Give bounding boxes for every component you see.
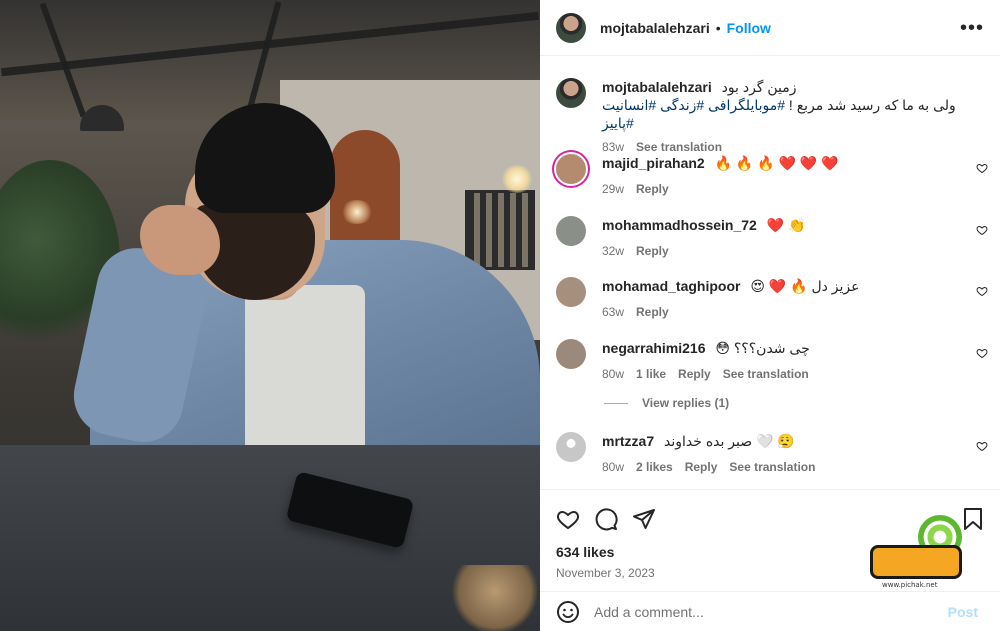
comment-meta: 32w Reply <box>602 244 958 258</box>
photo-figurine <box>450 565 540 631</box>
commenter-avatar[interactable] <box>556 277 586 307</box>
heart-icon[interactable] <box>556 507 580 531</box>
post-header: mojtabalalehzari • Follow ••• <box>540 0 1000 56</box>
comment-text: صبر بده خداوند 🤍 😮‍💨 <box>664 433 795 449</box>
reply-button[interactable]: Reply <box>636 182 669 196</box>
watermark-badge <box>870 545 962 579</box>
comment-meta: 29w Reply <box>602 182 958 196</box>
person-hand <box>140 205 220 275</box>
heart-icon[interactable] <box>976 162 988 174</box>
watermark-logo: www.pichak.net <box>870 515 970 595</box>
author-username[interactable]: mojtabalalehzari <box>600 20 710 36</box>
reply-button[interactable]: Reply <box>636 305 669 319</box>
comment-likes[interactable]: 2 likes <box>636 460 673 474</box>
comment-username[interactable]: mohamad_taghipoor <box>602 278 740 294</box>
photo-light <box>340 200 374 224</box>
comment-line: negarrahimi216 😳 چی شدن؟؟؟ <box>602 339 958 357</box>
replies-divider <box>604 402 628 404</box>
comments-list[interactable]: mojtabalalehzari زمین گرد بود ولی به ما … <box>540 57 1000 489</box>
comment-likes[interactable]: 1 like <box>636 367 666 381</box>
comment-age: 29w <box>602 182 625 196</box>
heart-icon[interactable] <box>976 440 988 452</box>
comment-age: 63w <box>602 305 625 319</box>
comment-text: 😳 چی شدن؟؟؟ <box>715 340 810 356</box>
caption-username[interactable]: mojtabalalehzari <box>602 79 712 95</box>
comment-line: mohamad_taghipoor 😍 ❤️ 🔥 عزیز دل <box>602 277 958 295</box>
comment-username[interactable]: mohammadhossein_72 <box>602 217 757 233</box>
reply-button[interactable]: Reply <box>678 367 711 381</box>
photo-light <box>500 165 534 193</box>
comment-text: 🔥 🔥 🔥 ❤️ ❤️ ❤️ <box>714 155 839 171</box>
comment-icon[interactable] <box>594 507 618 531</box>
caption-text: زمین گرد بود <box>721 79 797 95</box>
comment-body: negarrahimi216 😳 چی شدن؟؟؟ 80w 1 like Re… <box>602 339 958 381</box>
comment-body: majid_pirahan2 🔥 🔥 🔥 ❤️ ❤️ ❤️ 29w Reply <box>602 154 958 196</box>
comment-age: 80w <box>602 367 625 381</box>
commenter-avatar[interactable] <box>556 216 586 246</box>
comment-line: mohammadhossein_72 ❤️ 👏 <box>602 216 958 234</box>
comment-age: 32w <box>602 244 625 258</box>
comment-body: mrtzza7 صبر بده خداوند 🤍 😮‍💨 80w 2 likes… <box>602 432 958 474</box>
comment-body: mohammadhossein_72 ❤️ 👏 32w Reply <box>602 216 958 258</box>
heart-icon[interactable] <box>976 285 988 297</box>
comment-username[interactable]: mrtzza7 <box>602 433 654 449</box>
separator-dot: • <box>715 19 721 36</box>
commenter-avatar[interactable] <box>556 432 586 462</box>
comment-meta: 63w Reply <box>602 305 958 319</box>
see-translation-button[interactable]: See translation <box>729 460 815 474</box>
caption-line: mojtabalalehzari زمین گرد بود <box>602 78 988 96</box>
comment-line: majid_pirahan2 🔥 🔥 🔥 ❤️ ❤️ ❤️ <box>602 154 958 172</box>
add-comment-bar: Add a comment... Post <box>540 591 1000 631</box>
reply-button[interactable]: Reply <box>685 460 718 474</box>
comment-age: 80w <box>602 460 625 474</box>
see-translation-button[interactable]: See translation <box>636 140 722 154</box>
follow-button[interactable]: Follow <box>727 20 771 36</box>
emoji-icon[interactable] <box>556 600 580 624</box>
author-avatar[interactable] <box>556 12 586 43</box>
comment-body: mohamad_taghipoor 😍 ❤️ 🔥 عزیز دل 63w Rep… <box>602 277 958 319</box>
see-translation-button[interactable]: See translation <box>723 367 809 381</box>
reply-button[interactable]: Reply <box>636 244 669 258</box>
more-icon[interactable]: ••• <box>960 18 984 38</box>
heart-icon[interactable] <box>976 347 988 359</box>
caption-text-2: ولی به ما که رسید شد مربع ! <box>785 97 956 113</box>
commenter-avatar[interactable] <box>556 154 586 184</box>
caption-line-2: ولی به ما که رسید شد مربع ! #موبایلگرافی… <box>602 96 988 132</box>
comment-meta: 80w 2 likes Reply See translation <box>602 460 958 474</box>
caption-hashtags[interactable]: #موبایلگرافی #زندگی #انسانیت #پاییز <box>602 97 785 131</box>
caption-avatar[interactable] <box>556 78 586 108</box>
photo-arch <box>330 130 400 240</box>
comment-username[interactable]: negarrahimi216 <box>602 340 706 356</box>
post-comment-button[interactable]: Post <box>948 604 978 620</box>
caption-age: 83w <box>602 140 625 154</box>
comment-text: ❤️ 👏 <box>766 217 806 233</box>
add-comment-input[interactable]: Add a comment... <box>594 604 948 620</box>
photo-window <box>465 190 535 270</box>
post-photo[interactable] <box>0 0 540 631</box>
comment-username[interactable]: majid_pirahan2 <box>602 155 705 171</box>
comment-meta: 80w 1 like Reply See translation <box>602 367 958 381</box>
share-icon[interactable] <box>632 507 656 531</box>
comment-line: mrtzza7 صبر بده خداوند 🤍 😮‍💨 <box>602 432 958 450</box>
caption-body: mojtabalalehzari زمین گرد بود ولی به ما … <box>602 78 988 154</box>
watermark-url: www.pichak.net <box>882 581 938 589</box>
caption-meta: 83w See translation <box>602 140 988 154</box>
view-replies-label: View replies (1) <box>642 396 730 410</box>
commenter-avatar[interactable] <box>556 339 586 369</box>
comment-text: 😍 ❤️ 🔥 عزیز دل <box>750 278 860 294</box>
view-replies-button[interactable]: View replies (1) <box>604 396 729 410</box>
heart-icon[interactable] <box>976 224 988 236</box>
